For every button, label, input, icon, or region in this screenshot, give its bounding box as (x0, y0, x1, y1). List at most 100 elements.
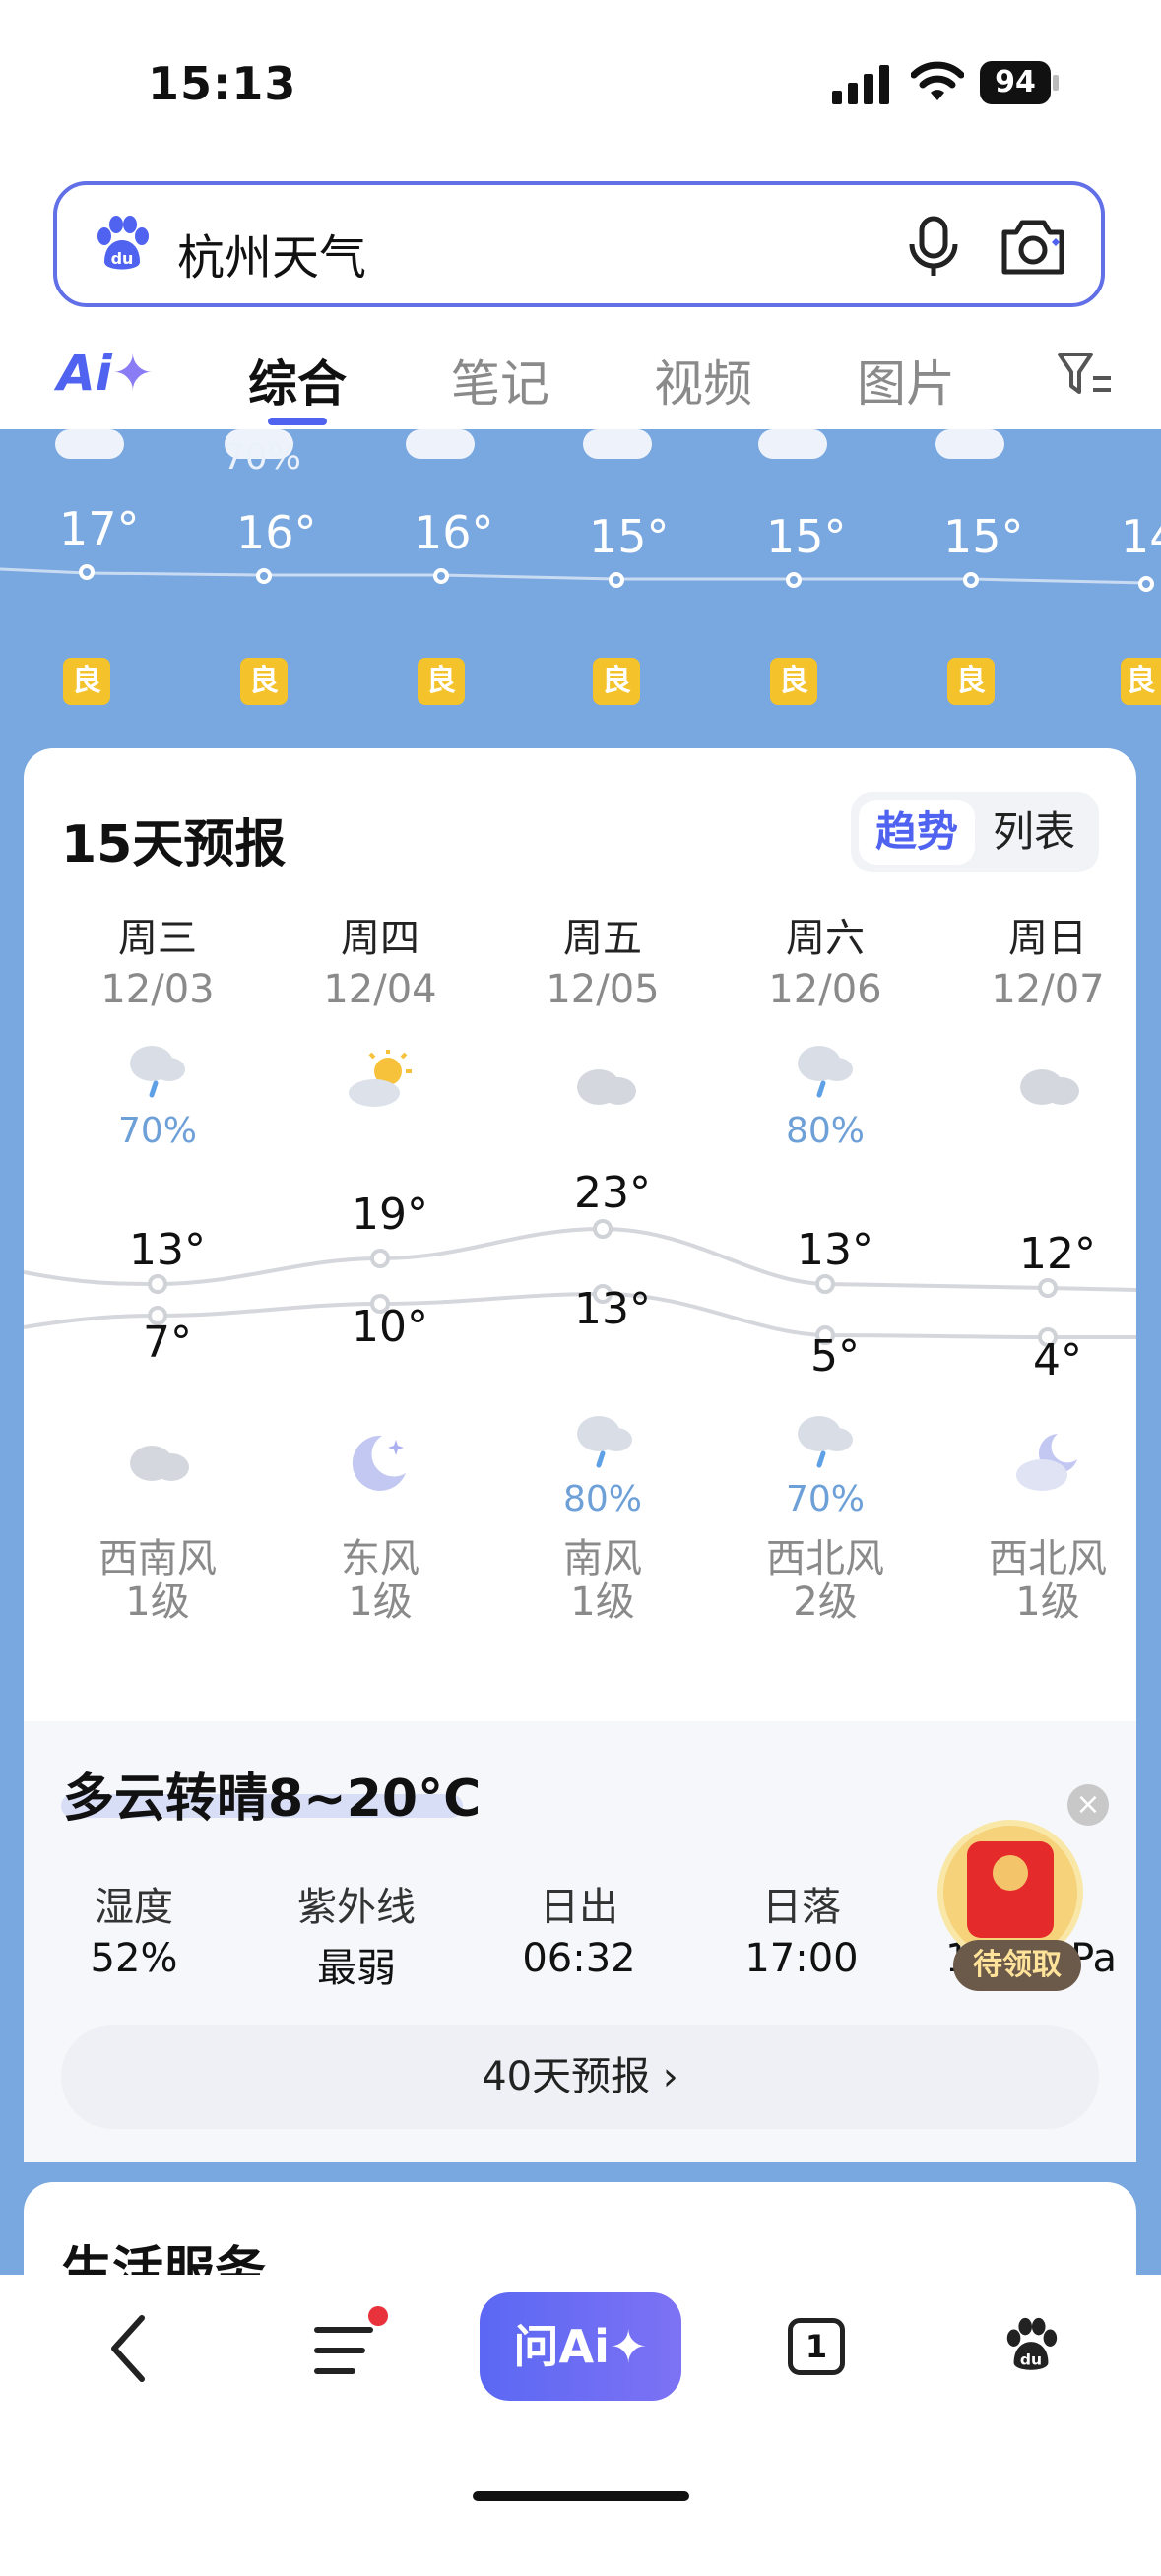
summary-title: 多云转晴8~20°C (63, 1770, 482, 1829)
wind-level: 2级 (793, 1579, 858, 1625)
high-temp: 13° (129, 1225, 206, 1275)
svg-text:du: du (111, 249, 134, 268)
metric-value: 52% (90, 1936, 178, 1981)
hourly-temp: 17° (59, 502, 140, 555)
wind-direction: 西北风 (989, 1536, 1107, 1581)
aqi-badge: 良 (418, 658, 465, 705)
low-temp: 7° (143, 1318, 192, 1368)
high-temp: 13° (797, 1225, 873, 1275)
red-packet-label[interactable]: 待领取 (953, 1940, 1081, 1991)
wind-direction: 东风 (341, 1536, 419, 1581)
toggle-trend[interactable]: 趋势 (859, 800, 975, 865)
night-precip: 70% (785, 1479, 865, 1519)
day-name: 周六 (786, 916, 865, 961)
high-temp: 23° (574, 1168, 651, 1218)
hourly-temp: 16° (236, 506, 317, 559)
wind-direction: 西南风 (98, 1536, 217, 1581)
high-temp: 19° (352, 1190, 428, 1240)
low-temp: 13° (574, 1284, 651, 1334)
hourly-temp-dot (1138, 576, 1154, 592)
metric-label: 湿度 (95, 1885, 173, 1930)
high-temp: 12° (1019, 1229, 1096, 1279)
search-input[interactable]: 杭州天气 (177, 219, 366, 288)
day-date: 12/04 (323, 967, 437, 1012)
day-name: 周四 (341, 916, 419, 961)
day-date: 12/05 (546, 967, 660, 1012)
hourly-temp-dot (609, 572, 624, 588)
day-date: 12/03 (100, 967, 215, 1012)
rain-icon (798, 1046, 853, 1098)
notification-dot (368, 2306, 388, 2326)
hourly-weather-icon (406, 429, 475, 459)
hourly-temp: 14° (1121, 510, 1161, 563)
forecast-40-days-button[interactable]: 40天预报 › (61, 2025, 1099, 2129)
hourly-temp: 15° (943, 510, 1024, 563)
hourly-weather-icon (583, 429, 652, 459)
high-temp-dot (1038, 1278, 1058, 1298)
ai-label: Ai (57, 345, 112, 402)
cloud-icon (577, 1069, 636, 1105)
day-name: 周五 (563, 916, 642, 961)
menu-icon[interactable] (313, 2322, 378, 2379)
baidu-home-icon[interactable]: du (1000, 2314, 1062, 2377)
tab-count-button[interactable]: 1 (788, 2318, 845, 2375)
hourly-temp: 15° (766, 510, 847, 563)
battery-icon: 94 (980, 61, 1059, 104)
tab-bar (0, 325, 1161, 433)
moon-cloud-icon (1016, 1434, 1077, 1491)
metric-value: 06:32 (522, 1936, 636, 1981)
aqi-badge: 良 (770, 658, 817, 705)
tab-general[interactable]: 综合 (248, 345, 347, 416)
home-indicator (473, 2491, 689, 2501)
wind-level: 1级 (125, 1579, 190, 1625)
metric-value: 17:00 (744, 1936, 859, 1981)
tab-images[interactable]: 图片 (857, 345, 955, 416)
hourly-temp: 15° (589, 510, 670, 563)
active-tab-indicator (268, 418, 327, 425)
high-temp-dot (148, 1274, 167, 1294)
wind-level: 1级 (570, 1579, 635, 1625)
low-temp: 5° (810, 1331, 860, 1382)
day-date: 12/07 (991, 967, 1105, 1012)
high-temp-dot (593, 1219, 613, 1239)
sparkle-icon: ✦ (111, 345, 154, 402)
wifi-icon (911, 61, 964, 100)
hourly-temp-dot (963, 572, 979, 588)
tab-ai[interactable]: Ai✦ (57, 345, 154, 402)
camera-icon[interactable] (999, 215, 1067, 278)
filter-icon[interactable] (1058, 351, 1113, 398)
toggle-list[interactable]: 列表 (979, 800, 1089, 865)
signal-icon (832, 65, 889, 104)
hourly-weather-icon (935, 429, 1004, 459)
aqi-badge: 良 (240, 658, 288, 705)
cloud-icon (1020, 1069, 1079, 1105)
rain-icon (577, 1416, 632, 1468)
hourly-weather-icon (758, 429, 827, 459)
aqi-badge: 良 (63, 658, 110, 705)
status-time: 15:13 (148, 57, 297, 110)
aqi-badge: 良 (947, 658, 995, 705)
rain-icon (130, 1046, 185, 1098)
hourly-temp-dot (786, 572, 802, 588)
tab-notes[interactable]: 笔记 (451, 345, 549, 416)
tab-video[interactable]: 视频 (654, 345, 752, 416)
wind-direction: 西北风 (766, 1536, 884, 1581)
hourly-temp-dot (79, 564, 95, 580)
metric-label: 日出 (540, 1885, 618, 1930)
microphone-icon[interactable] (906, 215, 961, 280)
wind-direction: 南风 (563, 1536, 642, 1581)
hourly-temp-dot (256, 568, 272, 584)
back-icon[interactable] (106, 2314, 150, 2383)
wind-level: 1级 (1015, 1579, 1080, 1625)
low-temp: 10° (352, 1302, 428, 1352)
high-temp-dot (815, 1274, 835, 1294)
low-temp: 4° (1033, 1335, 1082, 1385)
forecast-title: 15天预报 (61, 815, 287, 874)
close-icon[interactable]: × (1067, 1784, 1109, 1826)
day-precip: 70% (117, 1111, 197, 1151)
metric-label: 紫外线 (297, 1885, 416, 1930)
aqi-badge: 良 (1121, 658, 1161, 705)
sun-cloud-icon (349, 1050, 412, 1107)
svg-text:du: du (1020, 2351, 1042, 2368)
ask-ai-button[interactable]: 问Ai✦ (480, 2292, 681, 2401)
